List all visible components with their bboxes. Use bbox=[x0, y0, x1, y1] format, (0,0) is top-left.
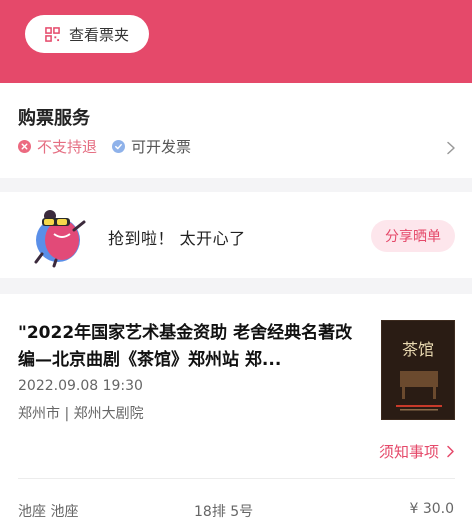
notice-link[interactable]: 须知事项 bbox=[379, 441, 455, 462]
qr-code-icon bbox=[45, 26, 60, 42]
share-section: 抢到啦！ 太开心了 分享晒单 bbox=[0, 192, 472, 278]
invoice-available-label: 可开发票 bbox=[131, 138, 192, 156]
chevron-right-icon[interactable] bbox=[446, 141, 456, 155]
mascot-avatar bbox=[34, 210, 86, 268]
header-bar: 查看票夹 bbox=[0, 0, 472, 83]
show-poster[interactable]: 茶馆 bbox=[381, 320, 455, 420]
share-order-button[interactable]: 分享晒单 bbox=[371, 220, 455, 252]
notice-label: 须知事项 bbox=[378, 443, 439, 461]
check-circle-icon bbox=[112, 140, 126, 153]
divider bbox=[18, 478, 455, 479]
purchase-service-title: 购票服务 bbox=[18, 108, 90, 129]
poster-title-text: 茶馆 bbox=[402, 340, 434, 359]
show-title: "2022年国家艺术基金资助 老舍经典名著改编—北京曲剧《茶馆》郑州站 郑... bbox=[18, 323, 353, 370]
seat-number: 18排 5号 bbox=[194, 504, 254, 520]
poster-image: 茶馆 bbox=[382, 321, 454, 419]
ticket-price: ¥ 30.0 bbox=[409, 501, 454, 517]
no-refund-label: 不支持退 bbox=[37, 138, 98, 156]
show-info-card[interactable]: "2022年国家艺术基金资助 老舍经典名著改编—北京曲剧《茶馆》郑州站 郑...… bbox=[0, 294, 472, 530]
show-venue: 郑州市 | 郑州大剧院 bbox=[18, 406, 144, 422]
show-datetime: 2022.09.08 19:30 bbox=[18, 378, 143, 394]
view-ticket-wallet-label: 查看票夹 bbox=[69, 25, 130, 44]
x-circle-icon bbox=[18, 140, 31, 153]
view-ticket-wallet-button[interactable]: 查看票夹 bbox=[25, 15, 149, 53]
purchase-service-section[interactable]: 购票服务 不支持退 可开发票 bbox=[0, 83, 472, 178]
share-message: 抢到啦！ 太开心了 bbox=[108, 229, 246, 248]
chevron-right-icon bbox=[447, 445, 454, 458]
seat-area: 池座 池座 bbox=[18, 504, 79, 520]
service-tags: 不支持退 可开发票 bbox=[18, 136, 191, 157]
